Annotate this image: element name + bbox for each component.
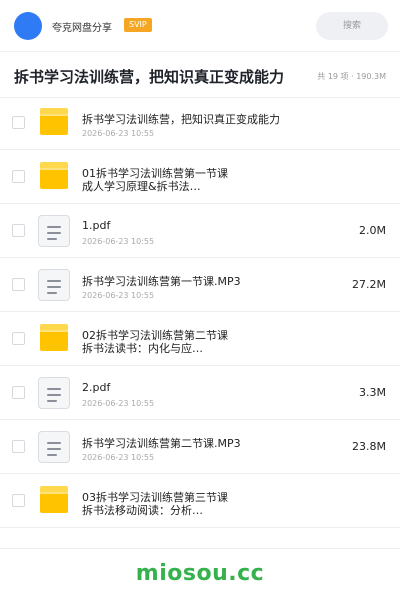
document-icon bbox=[38, 431, 70, 463]
list-item[interactable]: 1.pdf 2026-06-23 10:55 2.0M bbox=[0, 204, 400, 258]
row-checkbox[interactable] bbox=[12, 224, 25, 237]
top-bar: 夸克网盘分享 SVIP 搜索 bbox=[0, 0, 400, 52]
file-subtitle: 成人学习原理&拆书法… bbox=[82, 180, 201, 193]
file-name: 拆书学习法训练营第一节课.MP3 bbox=[82, 275, 241, 288]
row-checkbox[interactable] bbox=[12, 116, 25, 129]
folder-header: 拆书学习法训练营，把知识真正变成能力 共 19 项 · 190.3M bbox=[0, 52, 400, 98]
file-size: 2.0M bbox=[359, 224, 386, 237]
row-checkbox[interactable] bbox=[12, 440, 25, 453]
file-subtitle: 拆书法移动阅读：分析… bbox=[82, 504, 203, 517]
list-item[interactable]: 2.pdf 2026-06-23 10:55 3.3M bbox=[0, 366, 400, 420]
list-item[interactable]: 拆书学习法训练营第一节课.MP3 2026-06-23 10:55 27.2M bbox=[0, 258, 400, 312]
row-checkbox[interactable] bbox=[12, 494, 25, 507]
row-checkbox[interactable] bbox=[12, 278, 25, 291]
folder-icon bbox=[38, 162, 70, 192]
row-checkbox[interactable] bbox=[12, 170, 25, 183]
file-name: 拆书学习法训练营，把知识真正变成能力 bbox=[82, 113, 280, 126]
page-title: 拆书学习法训练营，把知识真正变成能力 bbox=[14, 68, 285, 86]
folder-meta: 共 19 项 · 190.3M bbox=[317, 72, 386, 81]
file-date: 2026-06-23 10:55 bbox=[82, 453, 155, 462]
list-item[interactable]: 拆书学习法训练营第二节课.MP3 2026-06-23 10:55 23.8M bbox=[0, 420, 400, 474]
list-item[interactable]: 02拆书学习法训练营第二节课 拆书法读书：内化与应… bbox=[0, 312, 400, 366]
folder-icon bbox=[38, 108, 70, 138]
file-name: 1.pdf bbox=[82, 219, 111, 232]
site-watermark: miosou.cc bbox=[135, 561, 265, 586]
folder-icon bbox=[38, 486, 70, 516]
document-icon bbox=[38, 269, 70, 301]
list-item[interactable]: 01拆书学习法训练营第一节课 成人学习原理&拆书法… bbox=[0, 150, 400, 204]
file-size: 23.8M bbox=[352, 440, 386, 453]
file-subtitle: 拆书法读书：内化与应… bbox=[82, 342, 203, 355]
file-date: 2026-06-23 10:55 bbox=[82, 399, 155, 408]
list-item[interactable]: 拆书学习法训练营，把知识真正变成能力 2026-06-23 10:55 bbox=[0, 96, 400, 150]
file-size: 27.2M bbox=[352, 278, 386, 291]
file-date: 2026-06-23 10:55 bbox=[82, 291, 155, 300]
document-icon bbox=[38, 215, 70, 247]
row-checkbox[interactable] bbox=[12, 386, 25, 399]
svip-badge: SVIP bbox=[124, 18, 152, 32]
avatar[interactable] bbox=[14, 12, 42, 40]
footer: miosou.cc bbox=[0, 548, 400, 600]
file-date: 2026-06-23 10:55 bbox=[82, 129, 155, 138]
document-icon bbox=[38, 377, 70, 409]
file-list: 拆书学习法训练营，把知识真正变成能力 2026-06-23 10:55 01拆书… bbox=[0, 96, 400, 528]
search-input[interactable]: 搜索 bbox=[316, 12, 388, 40]
file-size: 3.3M bbox=[359, 386, 386, 399]
row-checkbox[interactable] bbox=[12, 332, 25, 345]
file-name: 2.pdf bbox=[82, 381, 111, 394]
share-source-label: 夸克网盘分享 bbox=[52, 23, 112, 34]
list-item[interactable]: 03拆书学习法训练营第三节课 拆书法移动阅读：分析… bbox=[0, 474, 400, 528]
folder-icon bbox=[38, 324, 70, 354]
file-date: 2026-06-23 10:55 bbox=[82, 237, 155, 246]
file-name: 拆书学习法训练营第二节课.MP3 bbox=[82, 437, 241, 450]
